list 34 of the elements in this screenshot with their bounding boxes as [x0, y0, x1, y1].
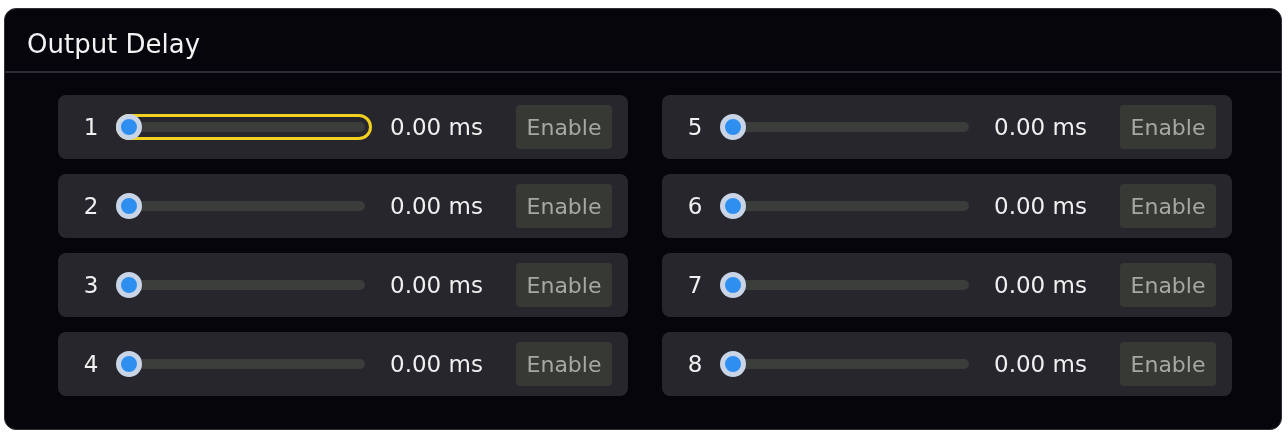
slider-thumb[interactable] — [720, 272, 746, 298]
channel-number: 1 — [82, 114, 100, 140]
delay-value: 0.00 ms — [390, 114, 484, 140]
enable-button[interactable]: Enable — [1120, 184, 1216, 228]
channel-number: 2 — [82, 193, 100, 219]
enable-button[interactable]: Enable — [516, 263, 612, 307]
slider-thumb[interactable] — [720, 351, 746, 377]
enable-button[interactable]: Enable — [1120, 342, 1216, 386]
delay-value: 0.00 ms — [994, 193, 1088, 219]
enable-button[interactable]: Enable — [516, 342, 612, 386]
channel-number: 3 — [82, 272, 100, 298]
delay-value: 0.00 ms — [390, 193, 484, 219]
delay-value: 0.00 ms — [994, 351, 1088, 377]
delay-value: 0.00 ms — [390, 272, 484, 298]
panel-title: Output Delay — [5, 9, 1281, 73]
slider-thumb[interactable] — [116, 193, 142, 219]
enable-button[interactable]: Enable — [516, 184, 612, 228]
enable-button[interactable]: Enable — [516, 105, 612, 149]
slider-thumb[interactable] — [116, 272, 142, 298]
channel-number: 8 — [686, 351, 704, 377]
channel-number: 4 — [82, 351, 100, 377]
slider-thumb[interactable] — [116, 114, 142, 140]
slider-thumb[interactable] — [116, 351, 142, 377]
slider-thumb[interactable] — [720, 114, 746, 140]
delay-value: 0.00 ms — [390, 351, 484, 377]
channel-number: 7 — [686, 272, 704, 298]
enable-button[interactable]: Enable — [1120, 105, 1216, 149]
slider-thumb[interactable] — [720, 193, 746, 219]
enable-button[interactable]: Enable — [1120, 263, 1216, 307]
delay-value: 0.00 ms — [994, 114, 1088, 140]
delay-slider[interactable] — [116, 114, 372, 140]
delay-value: 0.00 ms — [994, 272, 1088, 298]
channel-number: 5 — [686, 114, 704, 140]
channel-number: 6 — [686, 193, 704, 219]
